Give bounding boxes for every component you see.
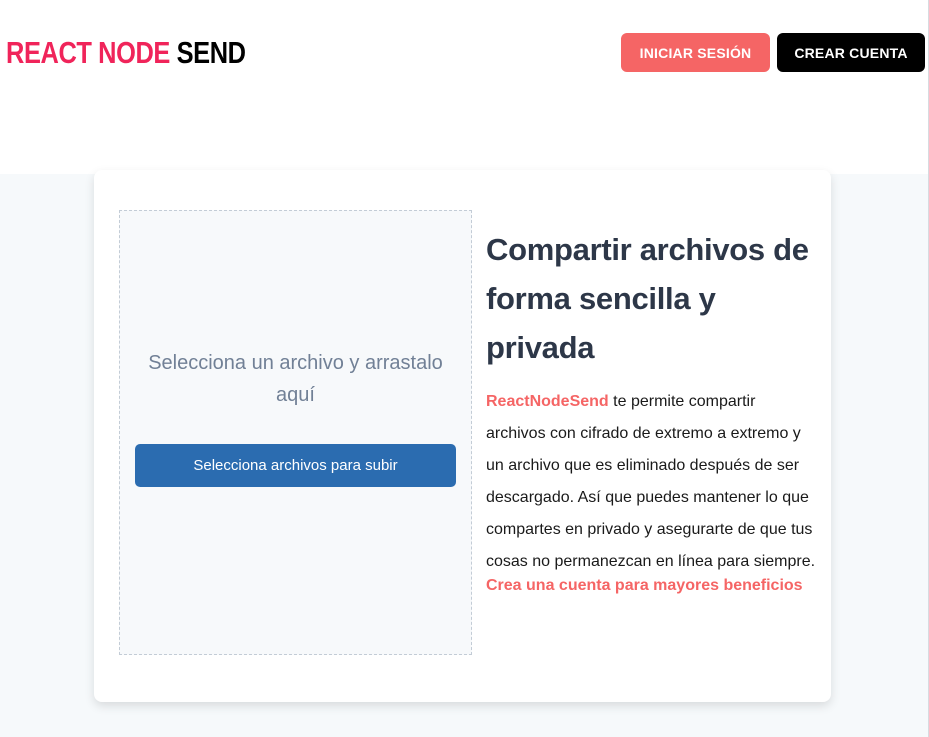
info-panel: Compartir archivos de forma sencilla y p… <box>486 225 816 598</box>
dropzone-prompt: Selecciona un archivo y arrastalo aquí <box>148 352 443 406</box>
page-title: Compartir archivos de forma sencilla y p… <box>486 232 809 365</box>
upload-card: Selecciona un archivo y arrastalo aquí S… <box>94 170 831 702</box>
logo-part-send: SEND <box>176 35 246 70</box>
logo[interactable]: REACT NODE SEND <box>6 35 246 71</box>
select-files-button[interactable]: Selecciona archivos para subir <box>135 444 456 487</box>
site-header: REACT NODE SEND Iniciar Sesión Crear Cue… <box>0 0 929 174</box>
login-button[interactable]: Iniciar Sesión <box>621 33 770 72</box>
description: ReactNodeSend te permite compartir archi… <box>486 386 816 578</box>
file-dropzone[interactable]: Selecciona un archivo y arrastalo aquí S… <box>119 210 472 655</box>
description-text: te permite compartir archivos con cifrad… <box>486 393 816 570</box>
logo-part-react-node: REACT NODE <box>6 35 170 70</box>
brand-name: ReactNodeSend <box>486 393 609 410</box>
create-account-link[interactable]: Crea una cuenta para mayores beneficios <box>486 574 816 598</box>
signup-button[interactable]: Crear Cuenta <box>777 33 925 72</box>
